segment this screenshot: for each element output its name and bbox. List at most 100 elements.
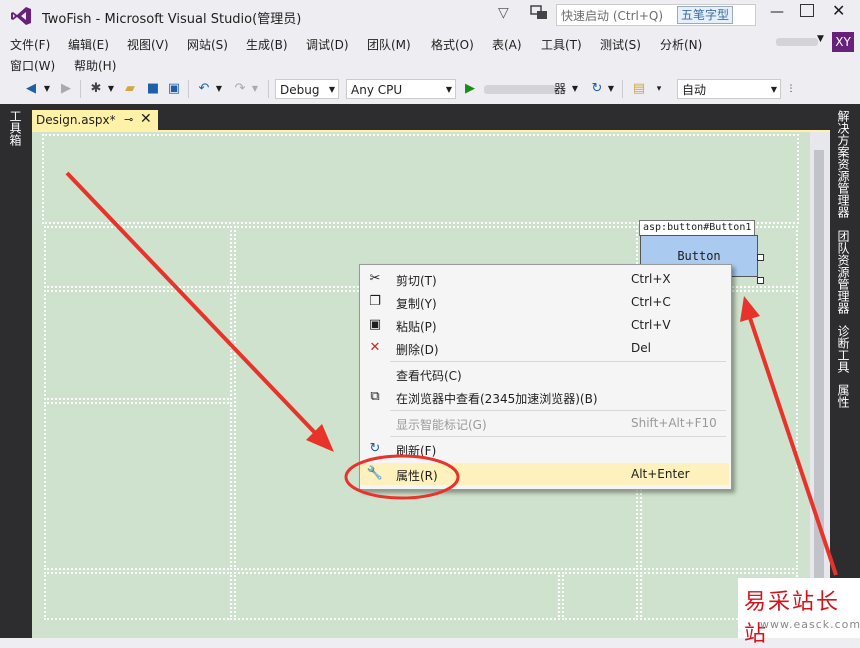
paste-icon: ▣ bbox=[368, 317, 382, 332]
open-folder-icon[interactable]: ▰ bbox=[120, 78, 140, 100]
feedback-icon[interactable] bbox=[530, 5, 548, 21]
layout-cell[interactable] bbox=[42, 134, 799, 224]
menu-item-shortcut: Ctrl+C bbox=[631, 295, 671, 309]
quick-launch-placeholder: 快速启动 (Ctrl+Q) bbox=[561, 9, 664, 23]
menu-item-label: 删除(D) bbox=[396, 343, 439, 357]
watermark: 易采站长站 www.easck.com bbox=[738, 578, 860, 647]
tab-properties[interactable]: 属性 bbox=[836, 384, 852, 408]
menu-edit[interactable]: 编辑(E) bbox=[68, 34, 109, 55]
menu-item-label: 显示智能标记(G) bbox=[396, 418, 487, 432]
chevron-down-icon[interactable]: ▼ bbox=[606, 78, 616, 100]
tab-design-aspx[interactable]: Design.aspx* ⊸ ✕ bbox=[32, 110, 158, 132]
scissors-icon: ✂ bbox=[369, 271, 381, 286]
browser-link-icon[interactable]: ▤ bbox=[630, 78, 648, 100]
save-all-icon[interactable]: ▣ bbox=[164, 78, 184, 100]
layout-cell[interactable] bbox=[44, 572, 232, 620]
chevron-down-icon[interactable]: ▼ bbox=[817, 34, 824, 44]
layout-cell[interactable] bbox=[562, 572, 638, 620]
menu-separator bbox=[390, 361, 726, 362]
menu-build[interactable]: 生成(B) bbox=[246, 34, 288, 55]
menu-item-shortcut: Alt+Enter bbox=[631, 467, 690, 481]
start-debugging-icon[interactable]: ▶ bbox=[462, 78, 478, 100]
menu-view[interactable]: 视图(V) bbox=[127, 34, 169, 55]
toolbar-separator bbox=[622, 80, 623, 98]
menu-item-label: 剪切(T) bbox=[396, 274, 437, 288]
undo-icon[interactable]: ↶ bbox=[194, 78, 214, 100]
chevron-down-icon[interactable]: ▼ bbox=[570, 78, 580, 100]
watermark-url: www.easck.com bbox=[760, 618, 860, 631]
menu-item-label: 刷新(F) bbox=[396, 444, 437, 458]
zoom-value: 自动 bbox=[682, 83, 707, 97]
delete-icon: ✕ bbox=[369, 340, 381, 355]
layout-cell[interactable] bbox=[234, 572, 560, 620]
quick-launch-input[interactable]: 快速启动 (Ctrl+Q) 五笔字型 bbox=[556, 4, 756, 26]
redo-icon[interactable]: ↷ bbox=[230, 78, 250, 100]
menu-help[interactable]: 帮助(H) bbox=[74, 55, 116, 76]
tab-label: Design.aspx* bbox=[36, 113, 116, 127]
configuration-value: Debug bbox=[280, 83, 320, 97]
zoom-select[interactable]: 自动 ▼ bbox=[677, 79, 781, 99]
chevron-down-icon[interactable]: ▼ bbox=[250, 78, 260, 100]
refresh-icon[interactable]: ↻ bbox=[588, 78, 606, 100]
notification-filter-icon[interactable]: ▽ bbox=[498, 5, 514, 21]
platform-select[interactable]: Any CPU ▼ bbox=[346, 79, 456, 99]
menu-item-paste[interactable]: ▣ 粘贴(P) Ctrl+V bbox=[360, 314, 729, 336]
new-project-icon[interactable]: ✱ bbox=[86, 78, 106, 100]
layout-cell[interactable] bbox=[44, 290, 232, 400]
toolbar-overflow-icon[interactable]: ▾ bbox=[652, 78, 666, 100]
save-icon[interactable]: ■ bbox=[144, 78, 162, 100]
resize-handle[interactable] bbox=[757, 254, 764, 261]
scrollbar-thumb[interactable] bbox=[814, 150, 824, 590]
menu-debug[interactable]: 调试(D) bbox=[306, 34, 349, 55]
toolbar-options-icon[interactable]: ⋮ bbox=[786, 78, 796, 100]
minimize-icon[interactable]: — bbox=[770, 4, 784, 20]
toolbar-separator bbox=[80, 80, 81, 98]
layout-cell[interactable] bbox=[44, 402, 232, 570]
toolbox-tab[interactable]: 工具箱 bbox=[8, 110, 24, 146]
tab-solution-explorer[interactable]: 解决方案资源管理器 bbox=[836, 110, 852, 218]
configuration-select[interactable]: Debug ▼ bbox=[275, 79, 339, 99]
menu-test[interactable]: 测试(S) bbox=[600, 34, 641, 55]
back-icon[interactable]: ◀ bbox=[22, 78, 40, 100]
avatar[interactable]: XY bbox=[832, 32, 854, 52]
menu-website[interactable]: 网站(S) bbox=[187, 34, 228, 55]
window-title: TwoFish - Microsoft Visual Studio(管理员) bbox=[42, 12, 302, 27]
pin-icon[interactable]: ⊸ bbox=[124, 113, 133, 126]
menu-item-properties[interactable]: 🔧 属性(R) Alt+Enter bbox=[360, 463, 729, 485]
close-window-icon[interactable]: ✕ bbox=[832, 1, 845, 20]
menu-item-cut[interactable]: ✂ 剪切(T) Ctrl+X bbox=[360, 268, 729, 290]
chevron-down-icon: ▼ bbox=[770, 85, 777, 94]
close-icon[interactable]: ✕ bbox=[140, 111, 152, 127]
maximize-icon[interactable] bbox=[800, 4, 814, 17]
chevron-down-icon[interactable]: ▼ bbox=[214, 78, 224, 100]
menu-tools[interactable]: 工具(T) bbox=[541, 34, 582, 55]
toolbar-separator bbox=[188, 80, 189, 98]
menu-item-view-code[interactable]: 查看代码(C) bbox=[360, 363, 729, 385]
chevron-down-icon[interactable]: ▼ bbox=[42, 78, 52, 100]
menu-item-label: 复制(Y) bbox=[396, 297, 437, 311]
menu-window[interactable]: 窗口(W) bbox=[10, 55, 55, 76]
ime-badge: 五笔字型 bbox=[677, 6, 734, 24]
menu-analyze[interactable]: 分析(N) bbox=[660, 34, 702, 55]
account-name[interactable] bbox=[776, 38, 818, 46]
menu-item-view-in-browser[interactable]: ⧉ 在浏览器中查看(2345加速浏览器)(B) bbox=[360, 386, 729, 408]
chevron-down-icon[interactable]: ▼ bbox=[106, 78, 116, 100]
menu-file[interactable]: 文件(F) bbox=[10, 34, 50, 55]
menu-item-label: 粘贴(P) bbox=[396, 320, 437, 334]
wrench-icon: 🔧 bbox=[366, 466, 384, 481]
layout-cell[interactable] bbox=[44, 226, 232, 288]
run-target-suffix[interactable]: 器 bbox=[554, 80, 566, 97]
resize-handle[interactable] bbox=[757, 277, 764, 284]
menu-table[interactable]: 表(A) bbox=[492, 34, 522, 55]
run-target-name[interactable] bbox=[484, 85, 556, 94]
tab-team-explorer[interactable]: 团队资源管理器 bbox=[836, 230, 852, 314]
menu-item-copy[interactable]: ❐ 复制(Y) Ctrl+C bbox=[360, 291, 729, 313]
menu-item-refresh[interactable]: ↻ 刷新(F) bbox=[360, 438, 729, 460]
menu-item-delete[interactable]: ✕ 删除(D) Del bbox=[360, 337, 729, 359]
forward-icon[interactable]: ▶ bbox=[58, 78, 74, 100]
tab-diagnostic-tools[interactable]: 诊断工具 bbox=[836, 325, 852, 373]
copy-icon: ❐ bbox=[369, 294, 381, 309]
menu-team[interactable]: 团队(M) bbox=[367, 34, 411, 55]
menu-format[interactable]: 格式(O) bbox=[431, 34, 474, 55]
watermark-title: 易采站长站 bbox=[744, 590, 841, 647]
